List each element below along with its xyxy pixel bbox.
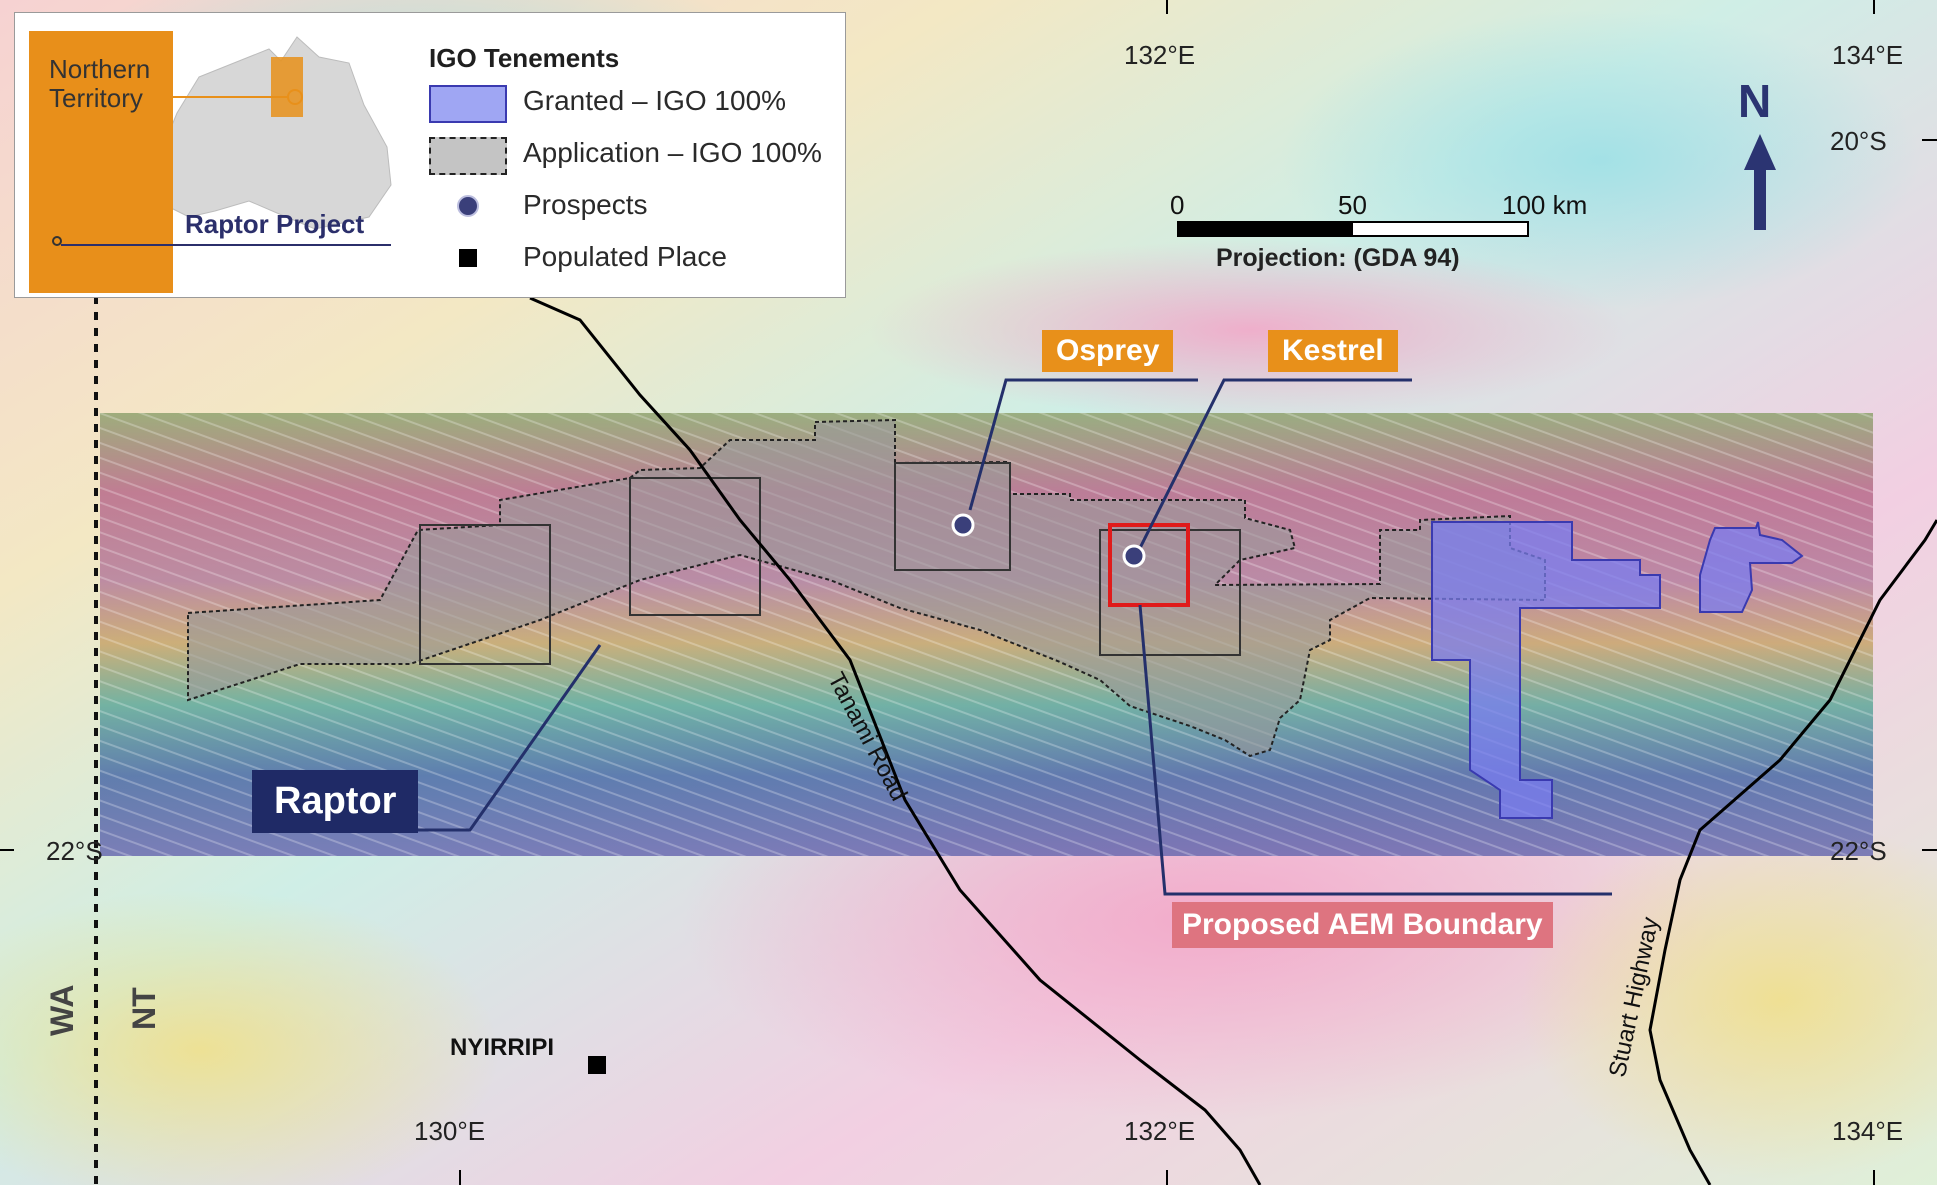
legend-panel: Northern Territory Raptor Project IGO Te… xyxy=(14,12,846,298)
lon-label-bottom-130: 130°E xyxy=(414,1116,486,1146)
scale-tick-0: 0 xyxy=(1170,190,1185,220)
lon-label-top-132: 132°E xyxy=(1124,40,1196,70)
projection-label: Projection: (GDA 94) xyxy=(1216,244,1460,272)
scale-tick-50: 50 xyxy=(1338,190,1367,220)
lon-label-bottom-134: 134°E xyxy=(1832,1116,1904,1146)
lat-label-left-22: 22°S xyxy=(46,836,103,866)
north-arrow-label: N xyxy=(1738,75,1772,127)
populated-square-icon xyxy=(459,249,477,267)
granted-swatch xyxy=(429,85,507,123)
lon-label-top-134: 134°E xyxy=(1832,40,1904,70)
scale-tick-100: 100 km xyxy=(1502,190,1588,220)
lat-label-right-20: 20°S xyxy=(1830,126,1887,156)
nyirripi-marker[interactable] xyxy=(588,1056,606,1074)
lat-label-right-22: 22°S xyxy=(1830,836,1887,866)
legend-title: IGO Tenements xyxy=(429,43,620,73)
legend-item-granted: Granted – IGO 100% xyxy=(15,81,847,125)
legend-item-prospects: Prospects xyxy=(15,185,847,229)
raptor-project-label[interactable]: Raptor xyxy=(252,770,419,833)
lon-label-bottom-132: 132°E xyxy=(1124,1116,1196,1146)
osprey-prospect[interactable] xyxy=(951,513,975,537)
legend-item-label: Application – IGO 100% xyxy=(523,137,822,168)
legend-item-populated-place: Populated Place xyxy=(15,237,847,281)
nt-label: NT xyxy=(126,987,162,1030)
prospect-dot-icon xyxy=(457,195,479,217)
wa-label: WA xyxy=(44,984,80,1036)
legend-item-label: Granted – IGO 100% xyxy=(523,85,787,116)
legend-item-label: Populated Place xyxy=(523,241,727,272)
kestrel-prospect[interactable] xyxy=(1122,544,1146,568)
kestrel-callout[interactable]: Kestrel xyxy=(1268,330,1398,372)
osprey-callout[interactable]: Osprey xyxy=(1042,330,1174,372)
legend-item-label: Prospects xyxy=(523,189,648,220)
aem-boundary-label[interactable]: Proposed AEM Boundary xyxy=(1172,902,1553,948)
scale-bar xyxy=(1177,221,1529,237)
nyirripi-label: NYIRRIPI xyxy=(450,1034,555,1061)
legend-item-application: Application – IGO 100% xyxy=(15,133,847,177)
application-swatch xyxy=(429,137,507,175)
